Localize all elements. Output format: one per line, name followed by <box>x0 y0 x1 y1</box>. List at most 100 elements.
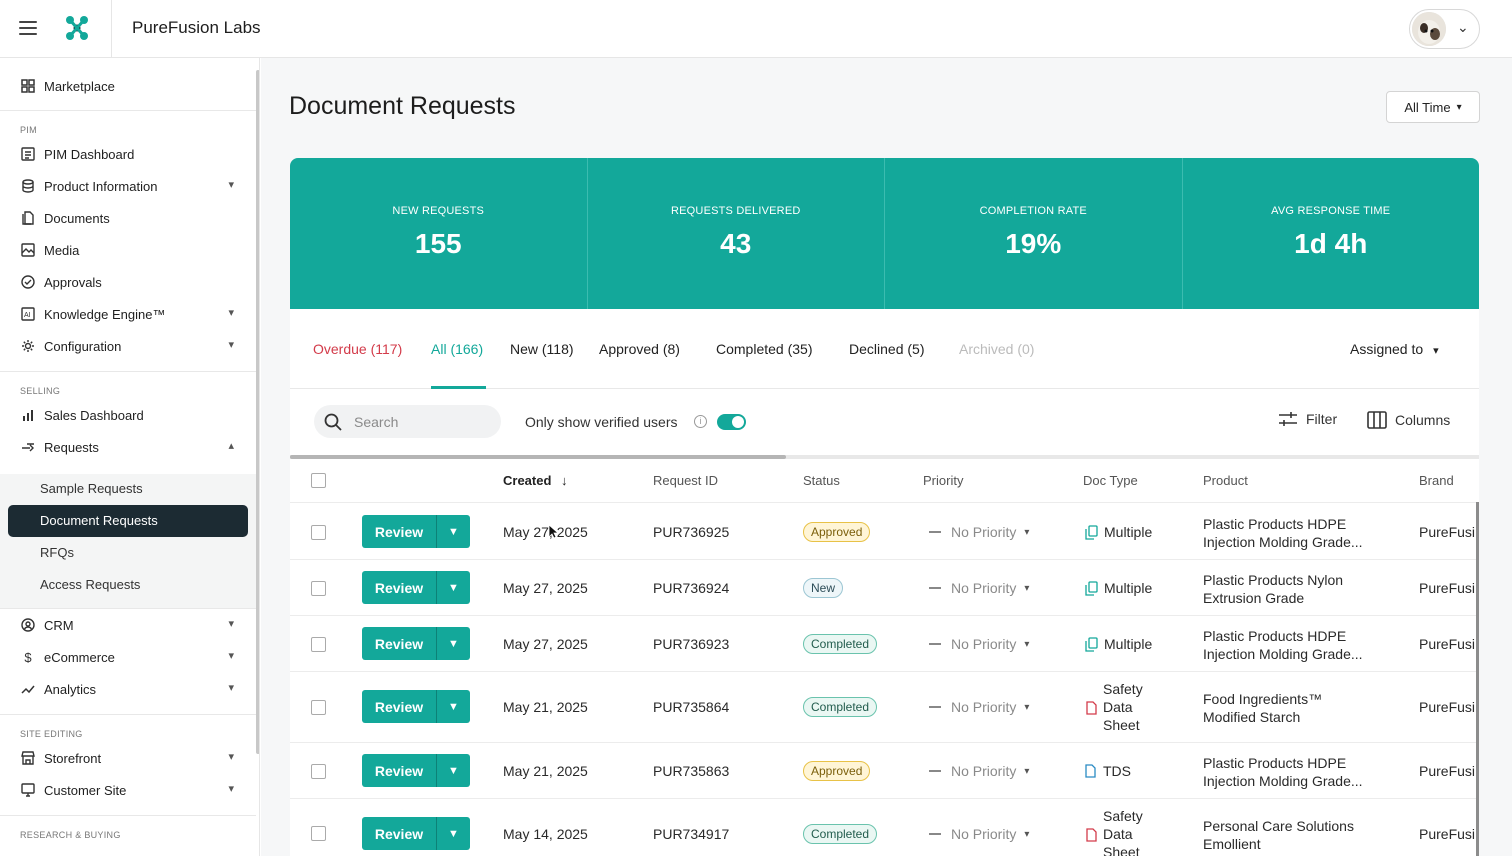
stat-label: AVG RESPONSE TIME <box>1271 205 1391 217</box>
review-split-button[interactable]: Review ▼ <box>362 627 470 660</box>
sidebar-item-ecommerce[interactable]: $ eCommerce ▾ <box>20 646 240 668</box>
filter-button[interactable]: Filter <box>1278 411 1337 427</box>
product-name[interactable]: Food Ingredients™ Modified Starch <box>1203 690 1383 726</box>
request-id[interactable]: PUR736923 <box>653 636 729 652</box>
tab-overdue[interactable]: Overdue (117) <box>313 341 402 357</box>
search-icon <box>324 413 342 431</box>
review-split-button[interactable]: Review ▼ <box>362 817 470 850</box>
list-icon <box>20 146 36 162</box>
assigned-to-dropdown[interactable]: Assigned to ▾ <box>1350 341 1439 357</box>
chevron-down-icon[interactable]: ▼ <box>436 571 470 604</box>
sidebar-item-storefront[interactable]: Storefront ▾ <box>20 747 240 769</box>
sidebar-item-configuration[interactable]: Configuration ▾ <box>20 335 240 357</box>
status-badge: Completed <box>803 634 878 654</box>
priority-label: No Priority <box>951 524 1017 540</box>
row-checkbox[interactable] <box>311 525 326 540</box>
priority-dropdown[interactable]: No Priority ▾ <box>929 763 1029 779</box>
sidebar-sub-document-requests[interactable]: Document Requests <box>40 513 158 528</box>
sidebar-item-crm[interactable]: CRM ▾ <box>20 614 240 636</box>
sidebar-item-product-information[interactable]: Product Information ▾ <box>20 175 240 197</box>
product-name[interactable]: Plastic Products HDPE Injection Molding G… <box>1203 627 1383 663</box>
product-name[interactable]: Personal Care Solutions Emollient <box>1203 817 1383 853</box>
review-button[interactable]: Review <box>362 754 436 787</box>
row-checkbox[interactable] <box>311 826 326 841</box>
columns-button[interactable]: Columns <box>1367 411 1450 429</box>
request-id[interactable]: PUR735863 <box>653 763 729 779</box>
tab-new[interactable]: New (118) <box>510 341 574 357</box>
column-header-brand[interactable]: Brand <box>1419 473 1454 488</box>
menu-icon[interactable] <box>19 21 37 35</box>
sidebar-scrollbar[interactable] <box>256 70 259 754</box>
logo-icon[interactable] <box>62 13 92 43</box>
info-icon[interactable]: i <box>694 415 707 428</box>
product-name[interactable]: Plastic Products HDPE Injection Molding G… <box>1203 515 1383 551</box>
sidebar-sub-sample-requests[interactable]: Sample Requests <box>40 481 143 496</box>
arrows-icon <box>20 439 36 455</box>
request-id[interactable]: PUR735864 <box>653 699 729 715</box>
sidebar-item-pim-dashboard[interactable]: PIM Dashboard <box>20 143 240 165</box>
review-button[interactable]: Review <box>362 817 436 850</box>
row-checkbox[interactable] <box>311 581 326 596</box>
sidebar-item-approvals[interactable]: Approvals <box>20 271 240 293</box>
tab-declined[interactable]: Declined (5) <box>849 341 924 357</box>
priority-dropdown[interactable]: No Priority ▾ <box>929 826 1029 842</box>
tab-approved[interactable]: Approved (8) <box>599 341 680 357</box>
review-button[interactable]: Review <box>362 515 436 548</box>
documents-icon <box>1085 524 1098 540</box>
review-split-button[interactable]: Review ▼ <box>362 571 470 604</box>
chevron-down-icon[interactable]: ▼ <box>436 627 470 660</box>
tab-completed[interactable]: Completed (35) <box>716 341 813 357</box>
section-label-pim: PIM <box>20 125 37 135</box>
search-input[interactable]: Search <box>314 405 501 438</box>
column-header-status[interactable]: Status <box>803 473 840 488</box>
column-header-product[interactable]: Product <box>1203 473 1248 488</box>
tab-all[interactable]: All (166) <box>431 341 483 357</box>
chevron-down-icon[interactable]: ▼ <box>436 754 470 787</box>
review-button[interactable]: Review <box>362 690 436 723</box>
chevron-down-icon[interactable]: ▼ <box>436 690 470 723</box>
request-id[interactable]: PUR736924 <box>653 580 729 596</box>
sidebar-item-customer-site[interactable]: Customer Site ▾ <box>20 779 240 801</box>
column-header-created[interactable]: Created ↓ <box>503 473 568 488</box>
sidebar-item-requests[interactable]: Requests ▴ <box>20 436 240 458</box>
priority-dropdown[interactable]: No Priority ▾ <box>929 636 1029 652</box>
column-header-doc-type[interactable]: Doc Type <box>1083 473 1138 488</box>
row-checkbox[interactable] <box>311 637 326 652</box>
tab-archived[interactable]: Archived (0) <box>959 341 1034 357</box>
sidebar-item-sales-dashboard[interactable]: Sales Dashboard <box>20 404 240 426</box>
stat-label: REQUESTS DELIVERED <box>670 205 801 217</box>
chevron-down-icon[interactable]: ▼ <box>436 515 470 548</box>
product-name[interactable]: Plastic Products HDPE Injection Molding G… <box>1203 754 1383 790</box>
sidebar-item-marketplace[interactable]: Marketplace <box>20 75 240 97</box>
chevron-down-icon[interactable]: ▼ <box>436 817 470 850</box>
chevron-down-icon: ▾ <box>228 783 234 795</box>
user-menu-button[interactable]: ⌄ <box>1409 9 1480 49</box>
request-id[interactable]: PUR736925 <box>653 524 729 540</box>
product-name[interactable]: Plastic Products Nylon Extrusion Grade <box>1203 571 1383 607</box>
priority-dropdown[interactable]: No Priority ▾ <box>929 580 1029 596</box>
sidebar-item-label: Marketplace <box>44 78 115 94</box>
row-checkbox[interactable] <box>311 700 326 715</box>
verified-users-toggle[interactable] <box>717 414 746 430</box>
sidebar-sub-access-requests[interactable]: Access Requests <box>40 577 140 592</box>
row-checkbox[interactable] <box>311 764 326 779</box>
review-split-button[interactable]: Review ▼ <box>362 515 470 548</box>
review-split-button[interactable]: Review ▼ <box>362 754 470 787</box>
select-all-checkbox[interactable] <box>311 473 326 488</box>
sidebar-item-knowledge-engine[interactable]: AI Knowledge Engine™ ▾ <box>20 303 240 325</box>
sidebar-sub-rfqs[interactable]: RFQs <box>40 545 74 560</box>
time-filter-dropdown[interactable]: All Time ▾ <box>1386 91 1480 123</box>
column-header-priority[interactable]: Priority <box>923 473 963 488</box>
priority-dropdown[interactable]: No Priority ▾ <box>929 524 1029 540</box>
review-button[interactable]: Review <box>362 627 436 660</box>
review-split-button[interactable]: Review ▼ <box>362 690 470 723</box>
sidebar-item-analytics[interactable]: Analytics ▾ <box>20 678 240 700</box>
request-id[interactable]: PUR734917 <box>653 826 729 842</box>
table-vertical-scrollbar[interactable] <box>1476 502 1479 856</box>
column-header-request-id[interactable]: Request ID <box>653 473 718 488</box>
sidebar-item-media[interactable]: Media <box>20 239 240 261</box>
priority-dropdown[interactable]: No Priority ▾ <box>929 699 1029 715</box>
review-button[interactable]: Review <box>362 571 436 604</box>
sidebar-item-documents[interactable]: Documents <box>20 207 240 229</box>
table-row: Review ▼ May 21, 2025 PUR735863 Approved… <box>290 743 1479 799</box>
